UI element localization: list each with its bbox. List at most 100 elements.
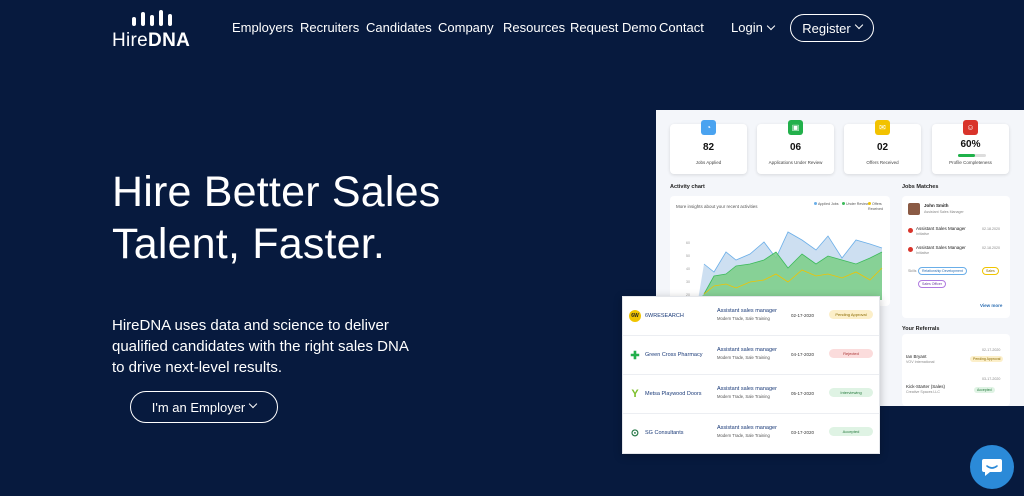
company-logo-icon (908, 247, 913, 252)
hero-title-line2: Talent, Faster. (112, 220, 386, 268)
application-date: 04-17-2020 (791, 352, 815, 357)
jobs-matches-card: John Smith Assistant Sales Manager Assis… (902, 196, 1010, 318)
nav-contact[interactable]: Contact (659, 20, 704, 35)
referrals-title: Your Referrals (902, 326, 940, 332)
hero-title-line1: Hire Better Sales (112, 168, 441, 216)
register-label: Register (802, 20, 851, 36)
stat-label: Applications Under Review (768, 160, 823, 165)
status-badge: Interviewing (829, 388, 873, 397)
referral-date: 03-17-2020 (982, 377, 1001, 381)
brand-wordmark: HireDNA (112, 30, 191, 51)
stat-card-under-review: ▣ 06 Applications Under Review (757, 120, 834, 174)
skill-tag[interactable]: Relationship Development (918, 267, 967, 275)
company-name: Metsa Playwood Doors (645, 391, 702, 397)
referral-company: Creative Spaces LLC (906, 390, 940, 394)
table-row[interactable]: ⊙ SG Consultants Assistant sales manager… (623, 414, 879, 453)
match-job-title[interactable]: Assistant Sales Manager (916, 226, 966, 231)
avatar (908, 203, 920, 215)
status-badge: Accepted (829, 427, 873, 436)
company-name: SG Consultants (645, 430, 684, 436)
svg-text:60: 60 (686, 241, 690, 245)
envelope-icon: ✉ (875, 120, 890, 135)
match-job-date: 02.18.2020 (982, 227, 1000, 231)
status-badge: Pending Approval (829, 310, 873, 319)
job-tags: Modern Trade, Sale Training (717, 355, 770, 360)
referrals-card: 02-17-2020 Ian Bryant VOV International … (902, 334, 1010, 406)
stat-card-jobs-applied: ◔ 82 Jobs Applied (670, 120, 747, 174)
activity-chart-title: Activity chart (670, 184, 705, 190)
nav-resources[interactable]: Resources (503, 20, 565, 35)
table-row[interactable]: 6W 6WRESEARCH Assistant sales manager Mo… (623, 297, 879, 336)
green-cross-logo-icon: ✚ (630, 349, 640, 362)
match-job-title[interactable]: Assistant Sales Manager (916, 245, 966, 250)
referral-status-badge: Pending Approval (970, 356, 1004, 362)
hero-description: HireDNA uses data and science to deliver… (112, 317, 409, 376)
referral-name: Kick-Starter (Sales) (906, 384, 946, 389)
svg-text:50: 50 (686, 254, 690, 258)
login-label: Login (731, 20, 763, 35)
profile-progress-bar (958, 154, 986, 157)
nav-recruiters[interactable]: Recruiters (300, 20, 359, 35)
register-button[interactable]: Register (790, 14, 874, 42)
job-tags: Modern Trade, Sale Training (717, 316, 770, 321)
stat-card-profile: ☺ 60% Profile Completeness (932, 120, 1009, 174)
nav-company[interactable]: Company (438, 20, 494, 35)
metsa-logo-icon: Y (631, 388, 639, 400)
chat-widget-button[interactable] (970, 445, 1014, 489)
referral-name: Ian Bryant (906, 354, 927, 359)
match-job-date: 02.18.2020 (982, 246, 1000, 250)
svg-text:30: 30 (686, 280, 690, 284)
nav-candidates[interactable]: Candidates (366, 20, 432, 35)
stat-value: 06 (789, 142, 802, 153)
application-date: 03-17-2020 (791, 430, 815, 435)
stat-value: 60% (960, 139, 981, 150)
nav-employers[interactable]: Employers (232, 20, 293, 35)
skill-tag[interactable]: Sales (982, 267, 999, 275)
user-icon: ☺ (963, 120, 978, 135)
chevron-down-icon (766, 21, 776, 31)
jobs-matches-title: Jobs Matches (902, 184, 939, 190)
hero-title: Hire Better Sales Talent, Faster. (112, 166, 440, 270)
activity-area-chart: 605040 3020 (686, 231, 883, 300)
status-badge: Rejected (829, 349, 873, 358)
application-date: 02-17-2020 (791, 313, 815, 318)
dna-bars-icon (132, 8, 178, 26)
table-row[interactable]: Y Metsa Playwood Doors Assistant sales m… (623, 375, 879, 414)
job-tags: Modern Trade, Sale Training (717, 394, 770, 399)
company-name: 6WRESEARCH (645, 313, 684, 319)
employer-cta-label: I'm an Employer (151, 399, 246, 415)
skill-tag[interactable]: Sales Officer (918, 280, 946, 288)
match-person-role: Assistant Sales Manager (924, 210, 964, 214)
application-date: 05-17-2020 (791, 391, 815, 396)
login-dropdown[interactable]: Login (731, 20, 776, 35)
employer-cta-button[interactable]: I'm an Employer (130, 391, 278, 423)
briefcase-icon: ▣ (788, 120, 803, 135)
nav-request-demo[interactable]: Request Demo (570, 20, 657, 35)
skills-label: Skills (908, 269, 917, 273)
job-title: Assistant sales manager (717, 308, 777, 314)
match-person-name: John Smith (924, 203, 949, 208)
table-row[interactable]: ✚ Green Cross Pharmacy Assistant sales m… (623, 336, 879, 375)
job-tags: Modern Trade, Sale Training (717, 433, 770, 438)
top-navbar: HireDNA Employers Recruiters Candidates … (0, 0, 1024, 56)
stat-card-offers: ✉ 02 Offers Received (844, 120, 921, 174)
stat-value: 02 (876, 142, 889, 153)
activity-chart-card: More insights about your recent activiti… (670, 196, 890, 306)
chevron-down-icon (854, 20, 863, 30)
sg-consultants-logo-icon: ⊙ (630, 427, 640, 439)
match-job-sub: Initiative (916, 251, 930, 255)
stat-label: Offers Received (866, 160, 899, 165)
chat-bubble-icon (982, 459, 1002, 476)
applications-panel: 6W 6WRESEARCH Assistant sales manager Mo… (622, 296, 880, 454)
job-title: Assistant sales manager (717, 425, 777, 431)
company-logo-icon (908, 228, 913, 233)
hiredna-logo[interactable]: HireDNA (112, 6, 202, 52)
job-title: Assistant sales manager (717, 347, 777, 353)
clock-icon: ◔ (701, 120, 716, 135)
company-name: Green Cross Pharmacy (645, 352, 703, 358)
chevron-down-icon (249, 399, 258, 409)
referral-company: VOV International (906, 360, 935, 364)
view-more-link[interactable]: View more (980, 303, 1002, 308)
stat-label: Profile Completeness (949, 160, 992, 165)
job-title: Assistant sales manager (717, 386, 777, 392)
